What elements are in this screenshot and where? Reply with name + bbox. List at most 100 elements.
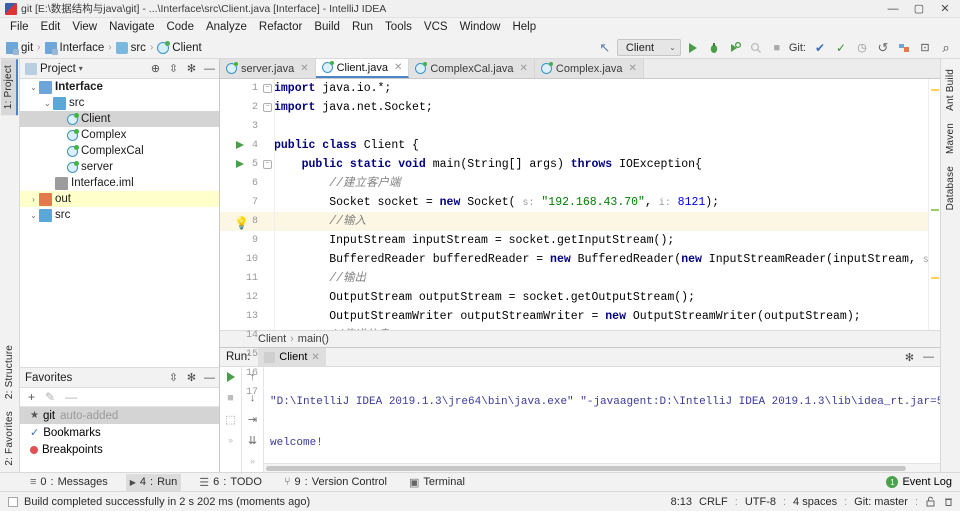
menu-navigate[interactable]: Navigate	[103, 18, 160, 37]
gutter-line-number[interactable]: 7	[220, 193, 264, 212]
rail-button-database[interactable]: Database	[943, 160, 958, 216]
lock-icon[interactable]	[925, 496, 936, 507]
close-icon[interactable]: ✕	[520, 63, 528, 74]
editor-tab-client[interactable]: Client.java ✕	[315, 59, 410, 78]
edit-favorite-button[interactable]: ✎	[45, 390, 55, 404]
menu-build[interactable]: Build	[308, 18, 346, 37]
gear-icon[interactable]: ✻	[185, 62, 198, 75]
chevron-down-icon[interactable]: ⌄	[28, 211, 39, 220]
close-icon[interactable]: ✕	[394, 62, 402, 73]
tree-row[interactable]: Complex	[20, 127, 219, 143]
tree-row[interactable]: server	[20, 159, 219, 175]
menu-analyze[interactable]: Analyze	[200, 18, 253, 37]
toolwindow-tab-version-control[interactable]: ⑂ 9: Version Control	[280, 474, 391, 491]
locate-icon[interactable]: ⊕	[149, 62, 162, 75]
editor-tab-complex[interactable]: Complex.java ✕	[534, 59, 644, 78]
add-favorite-button[interactable]: +	[28, 390, 35, 404]
favorites-item[interactable]: Breakpoints	[20, 441, 219, 458]
gutter-line-number[interactable]: 17	[220, 383, 264, 402]
code-line[interactable]: OutputStreamWriter outputStreamWriter = …	[264, 307, 928, 326]
maximize-button[interactable]: ▢	[906, 0, 932, 17]
tree-row[interactable]: ⌄ src	[20, 207, 219, 223]
minimize-button[interactable]: —	[880, 0, 906, 17]
editor-tab-server[interactable]: server.java ✕	[220, 59, 316, 78]
soft-wrap-button[interactable]: ⇥	[246, 412, 260, 426]
code-line[interactable]: import java.net.Socket;	[264, 98, 928, 117]
toolwindow-tab-terminal[interactable]: ▣ Terminal	[405, 474, 469, 491]
run-configuration-selector[interactable]: Client ⌄	[616, 39, 681, 56]
favorites-list[interactable]: ★ git auto-added ✓ Bookmarks Breakpoints	[20, 407, 219, 472]
git-branch[interactable]: Git: master	[854, 496, 908, 508]
chevron-right-icon[interactable]: ›	[28, 195, 39, 204]
close-button[interactable]: ✕	[932, 0, 958, 17]
run-gutter-icon[interactable]	[236, 160, 244, 168]
code-line[interactable]: //传递信息	[264, 326, 928, 330]
favorites-item[interactable]: ✓ Bookmarks	[20, 424, 219, 441]
more-button[interactable]: »	[224, 433, 238, 447]
favorites-item[interactable]: ★ git auto-added	[20, 407, 219, 424]
code-line[interactable]: BufferedReader bufferedReader = new Buff…	[264, 250, 928, 269]
menu-run[interactable]: Run	[346, 18, 379, 37]
rail-button-structure[interactable]: 2: Structure	[2, 339, 17, 405]
gutter-line-number[interactable]: 14	[220, 326, 264, 345]
git-update-button[interactable]: ✔	[811, 39, 829, 57]
code-line[interactable]: public class Client {	[264, 136, 928, 155]
file-encoding[interactable]: UTF-8	[745, 496, 776, 508]
console-horizontal-scrollbar[interactable]	[264, 463, 940, 472]
menu-window[interactable]: Window	[454, 18, 507, 37]
toolwindow-tab-messages[interactable]: ≡ 0: Messages	[26, 474, 112, 491]
chevron-down-icon[interactable]: ⌄	[28, 83, 39, 92]
remove-favorite-button[interactable]: —	[65, 390, 77, 404]
indent-setting[interactable]: 4 spaces	[793, 496, 837, 508]
trash-icon[interactable]	[943, 496, 954, 507]
settings-button[interactable]: ⊡	[916, 39, 934, 57]
breadcrumb-item-interface[interactable]: Interface	[60, 42, 105, 54]
gear-icon[interactable]: ✻	[185, 371, 198, 384]
menu-view[interactable]: View	[66, 18, 103, 37]
code-line[interactable]: import java.io.*;	[264, 79, 928, 98]
tree-row[interactable]: Client	[20, 111, 219, 127]
stop-button[interactable]: ■	[768, 39, 786, 57]
tree-row[interactable]: Interface.iml	[20, 175, 219, 191]
code-line[interactable]	[264, 117, 928, 136]
project-tree[interactable]: ⌄ Interface ⌄ src Client Complex Complex…	[20, 79, 219, 367]
debug-button[interactable]	[705, 39, 723, 57]
gutter-line-number[interactable]: 15	[220, 345, 264, 364]
hide-icon[interactable]: —	[203, 62, 216, 75]
search-everywhere-button[interactable]: ⌕	[937, 39, 955, 57]
gutter-line-number[interactable]: 5−	[220, 155, 272, 174]
menu-edit[interactable]: Edit	[35, 18, 67, 37]
editor-tab-complexcal[interactable]: ComplexCal.java ✕	[409, 59, 535, 78]
gutter-line-number[interactable]: 2−	[220, 98, 272, 117]
menu-code[interactable]: Code	[160, 18, 200, 37]
code-line[interactable]: Socket socket = new Socket( s: "192.168.…	[264, 193, 928, 212]
toolwindow-tab-run[interactable]: ▶ 4: Run	[125, 473, 182, 491]
editor-scrollbar[interactable]	[928, 79, 940, 330]
run-with-coverage-button[interactable]	[726, 39, 744, 57]
menu-vcs[interactable]: VCS	[418, 18, 454, 37]
tree-row[interactable]: ⌄ src	[20, 95, 219, 111]
breadcrumb-item-git[interactable]: git	[21, 42, 33, 54]
menu-refactor[interactable]: Refactor	[253, 18, 308, 37]
git-commit-button[interactable]: ✓	[832, 39, 850, 57]
code-line[interactable]: //建立客户端	[264, 174, 928, 193]
chevron-down-icon[interactable]: ⌄	[42, 99, 53, 108]
menu-tools[interactable]: Tools	[379, 18, 418, 37]
close-icon[interactable]: ✕	[629, 63, 637, 74]
run-panel-tab[interactable]: Client ✕	[258, 348, 326, 366]
gutter-line-number[interactable]: 3	[220, 117, 264, 136]
chevron-down-icon[interactable]: ▾	[79, 64, 83, 73]
scrollbar-thumb[interactable]	[266, 466, 906, 471]
rail-button-project[interactable]: 1: Project	[1, 59, 18, 116]
project-structure-button[interactable]	[895, 39, 913, 57]
gutter-line-number[interactable]: 16	[220, 364, 264, 383]
run-button[interactable]	[684, 39, 702, 57]
gutter-line-number[interactable]: 13	[220, 307, 264, 326]
line-separator[interactable]: CRLF	[699, 496, 728, 508]
menu-help[interactable]: Help	[506, 18, 542, 37]
hide-icon[interactable]: —	[203, 371, 216, 384]
gear-icon[interactable]: ✻	[903, 351, 916, 364]
editor-gutter[interactable]: 1−2−3 4 5−6 7 8 💡 9 10 11 12 13 14 15 16 17	[220, 79, 272, 398]
toolwindow-tab-todo[interactable]: ☰ 6: TODO	[195, 474, 266, 491]
close-icon[interactable]: ✕	[311, 352, 319, 363]
